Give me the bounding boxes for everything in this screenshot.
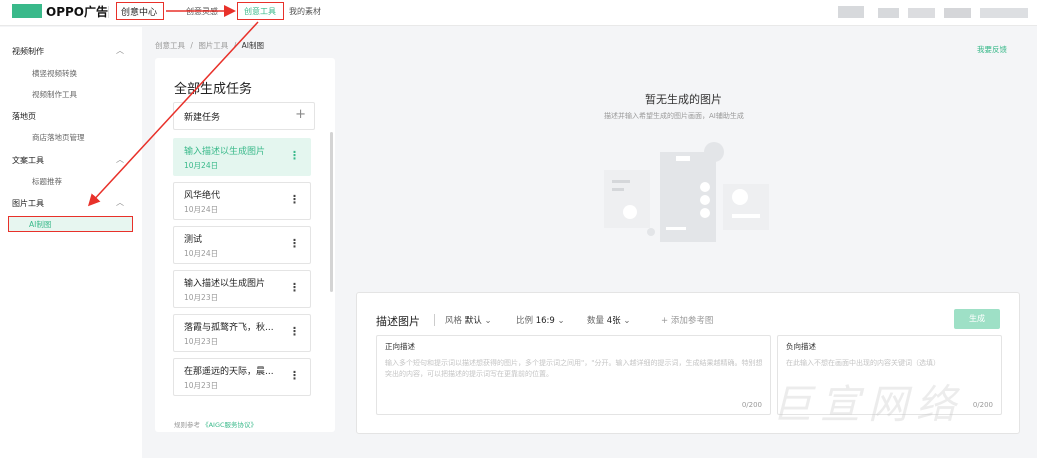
account-info[interactable] (878, 8, 1028, 18)
more-icon[interactable]: ⋮ (289, 237, 300, 250)
count-select[interactable]: 数量 4张 ⌄ (587, 314, 630, 326)
nav-creative-inspiration[interactable]: 创意灵感 (186, 6, 218, 17)
annotation-box (116, 2, 164, 20)
positive-prompt-field[interactable]: 正向描述 输入多个短句和提示词以描述想获得的图片，多个提示词之间用"，"分开。输… (376, 335, 771, 415)
logo-mark (12, 4, 42, 18)
task-name: 在那遥远的天际，晨... (184, 367, 274, 377)
chevron-up-icon[interactable]: ︿ (116, 197, 124, 208)
sidebar-group-video[interactable]: 视频制作 (12, 46, 44, 57)
aigc-agreement-link[interactable]: 《AIGC服务协议》 (202, 421, 257, 429)
task-item[interactable]: 输入描述以生成图片 10月23日 ⋮ (173, 270, 311, 308)
generate-button[interactable]: 生成 (954, 309, 1000, 329)
style-value: 默认 (464, 316, 482, 326)
char-count: 0/200 (972, 401, 993, 409)
negative-prompt-placeholder: 在此输入不想在画面中出现的内容关键词（选填） (786, 359, 940, 367)
add-reference-button[interactable]: + 添加参考图 (661, 314, 713, 326)
task-item[interactable]: 落霞与孤鹜齐飞，秋... 10月23日 ⋮ (173, 314, 311, 352)
more-icon[interactable]: ⋮ (289, 281, 300, 294)
style-label: 风格 (445, 316, 463, 326)
positive-prompt-placeholder: 输入多个短句和提示词以描述想获得的图片，多个提示词之间用"，"分开。输入越详细的… (385, 359, 763, 378)
task-item[interactable]: 风华绝代 10月24日 ⋮ (173, 182, 311, 220)
task-panel: 全部生成任务 新建任务 + 输入描述以生成图片 10月24日 ⋮ 风华绝代 10… (155, 58, 335, 432)
task-item[interactable]: 输入描述以生成图片 10月24日 ⋮ (173, 138, 311, 176)
ratio-select[interactable]: 比例 16:9 ⌄ (516, 314, 565, 326)
count-value: 4张 (606, 316, 621, 326)
chevron-down-icon: ⌄ (484, 316, 492, 326)
brand-logo: OPPO广告 (46, 5, 108, 19)
task-date: 10月24日 (184, 205, 219, 214)
breadcrumb-sep: / (190, 41, 193, 50)
task-name: 输入描述以生成图片 (184, 279, 266, 289)
new-task-label: 新建任务 (184, 113, 221, 123)
task-date: 10月23日 (184, 337, 219, 346)
sidebar-group-landing[interactable]: 落地页 (12, 111, 36, 122)
empty-illustration-icon (604, 142, 769, 242)
style-select[interactable]: 风格 默认 ⌄ (445, 314, 492, 326)
prompt-title: 描述图片 (376, 315, 420, 328)
breadcrumb: 创意工具 / 图片工具 / AI制图 (155, 40, 264, 51)
task-panel-title: 全部生成任务 (174, 82, 253, 97)
add-reference-label: 添加参考图 (670, 316, 714, 326)
sidebar-item-title-recommend[interactable]: 标题推荐 (32, 176, 62, 187)
avatar[interactable] (838, 6, 864, 18)
count-label: 数量 (587, 316, 605, 326)
sidebar: 视频制作 ︿ 横竖视频转换 视频制作工具 落地页 商店落地页管理 文案工具 ︿ … (0, 27, 142, 458)
breadcrumb-item[interactable]: 图片工具 (198, 41, 228, 50)
ratio-label: 比例 (516, 316, 534, 326)
task-name: 风华绝代 (184, 191, 221, 201)
more-icon[interactable]: ⋮ (289, 149, 300, 162)
rules-prefix: 规则参考 (174, 421, 200, 429)
task-item[interactable]: 测试 10月24日 ⋮ (173, 226, 311, 264)
task-date: 10月23日 (184, 293, 219, 302)
char-count: 0/200 (741, 401, 762, 409)
scrollbar[interactable] (330, 132, 333, 292)
chevron-up-icon[interactable]: ︿ (116, 154, 124, 165)
divider (108, 6, 109, 18)
chevron-down-icon: ⌄ (623, 316, 631, 326)
task-item[interactable]: 在那遥远的天际，晨... 10月23日 ⋮ (173, 358, 311, 396)
chevron-down-icon: ⌄ (557, 316, 565, 326)
empty-state-subtitle: 描述并输入希望生成的图片画面，AI辅助生成 (604, 112, 744, 120)
ratio-value: 16:9 (535, 316, 555, 326)
positive-prompt-label: 正向描述 (385, 342, 415, 351)
sidebar-group-copy[interactable]: 文案工具 (12, 155, 44, 166)
more-icon[interactable]: ⋮ (289, 193, 300, 206)
more-icon[interactable]: ⋮ (289, 369, 300, 382)
task-name: 落霞与孤鹜齐飞，秋... (184, 323, 274, 333)
more-icon[interactable]: ⋮ (289, 325, 300, 338)
divider (434, 314, 435, 326)
annotation-box (237, 2, 284, 20)
task-name: 输入描述以生成图片 (184, 147, 266, 157)
sidebar-item-store-landing[interactable]: 商店落地页管理 (32, 132, 85, 143)
empty-state-title: 暂无生成的图片 (645, 93, 722, 106)
sidebar-item-video-tool[interactable]: 视频制作工具 (32, 89, 77, 100)
top-bar: OPPO广告 创意中心 创意灵感 创意工具 我的素材 (0, 0, 1037, 26)
chevron-up-icon[interactable]: ︿ (116, 45, 124, 56)
breadcrumb-sep: / (233, 41, 237, 50)
task-name: 测试 (184, 235, 203, 245)
task-date: 10月24日 (184, 161, 219, 170)
task-date: 10月24日 (184, 249, 219, 258)
plus-icon: + (661, 316, 669, 326)
sidebar-item-ai-image[interactable]: AI制图 (8, 216, 133, 232)
sidebar-item-label: AI制图 (29, 220, 52, 229)
breadcrumb-item[interactable]: 创意工具 (155, 41, 185, 50)
rules-note: 规则参考 《AIGC服务协议》 (174, 419, 257, 429)
sidebar-group-image[interactable]: 图片工具 (12, 198, 44, 209)
new-task-button[interactable]: 新建任务 + (173, 102, 315, 130)
negative-prompt-label: 负向描述 (786, 342, 816, 351)
plus-icon: + (295, 107, 306, 122)
feedback-link[interactable]: 我要反馈 (977, 44, 1007, 55)
nav-my-materials[interactable]: 我的素材 (289, 6, 321, 17)
watermark: 巨宣网络 (772, 382, 964, 428)
sidebar-item-video-convert[interactable]: 横竖视频转换 (32, 68, 77, 79)
task-date: 10月23日 (184, 381, 219, 390)
breadcrumb-current: AI制图 (241, 41, 264, 50)
